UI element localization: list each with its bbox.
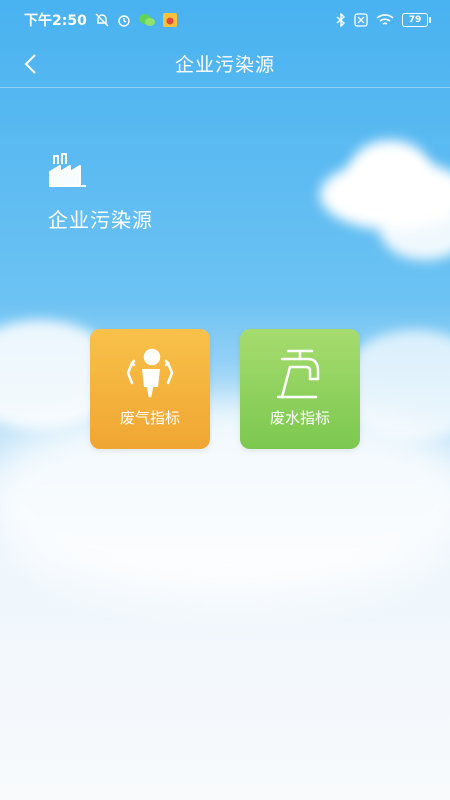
waste-water-tile[interactable]: 废水指标 — [240, 329, 360, 449]
factory-icon — [48, 150, 88, 190]
wifi-icon — [376, 13, 394, 27]
status-time: 下午2:50 — [24, 13, 87, 29]
status-left: 下午2:50 — [24, 10, 177, 30]
weibo-icon — [162, 13, 177, 27]
back-button[interactable] — [14, 48, 46, 80]
app-bar: 企业污染源 — [0, 40, 450, 88]
status-right: 79 — [336, 13, 431, 27]
alarm-off-icon — [95, 13, 109, 27]
sim-none-icon — [354, 13, 368, 27]
alarm-clock-icon — [117, 13, 131, 27]
faucet-water-icon — [276, 349, 320, 399]
exhaust-gas-label: 废气指标 — [119, 409, 180, 427]
wechat-icon — [138, 13, 155, 27]
battery-icon: 79 — [402, 13, 431, 27]
exhaust-gas-icon — [126, 348, 174, 398]
page-title: 企业污染源 — [174, 54, 275, 76]
chevron-left-icon — [24, 54, 36, 74]
waste-water-label: 废水指标 — [269, 409, 330, 427]
section-title: 企业污染源 — [48, 208, 153, 232]
exhaust-gas-tile[interactable]: 废气指标 — [90, 329, 210, 449]
status-bar: 下午2:50 79 — [0, 0, 450, 40]
bluetooth-icon — [336, 13, 346, 27]
